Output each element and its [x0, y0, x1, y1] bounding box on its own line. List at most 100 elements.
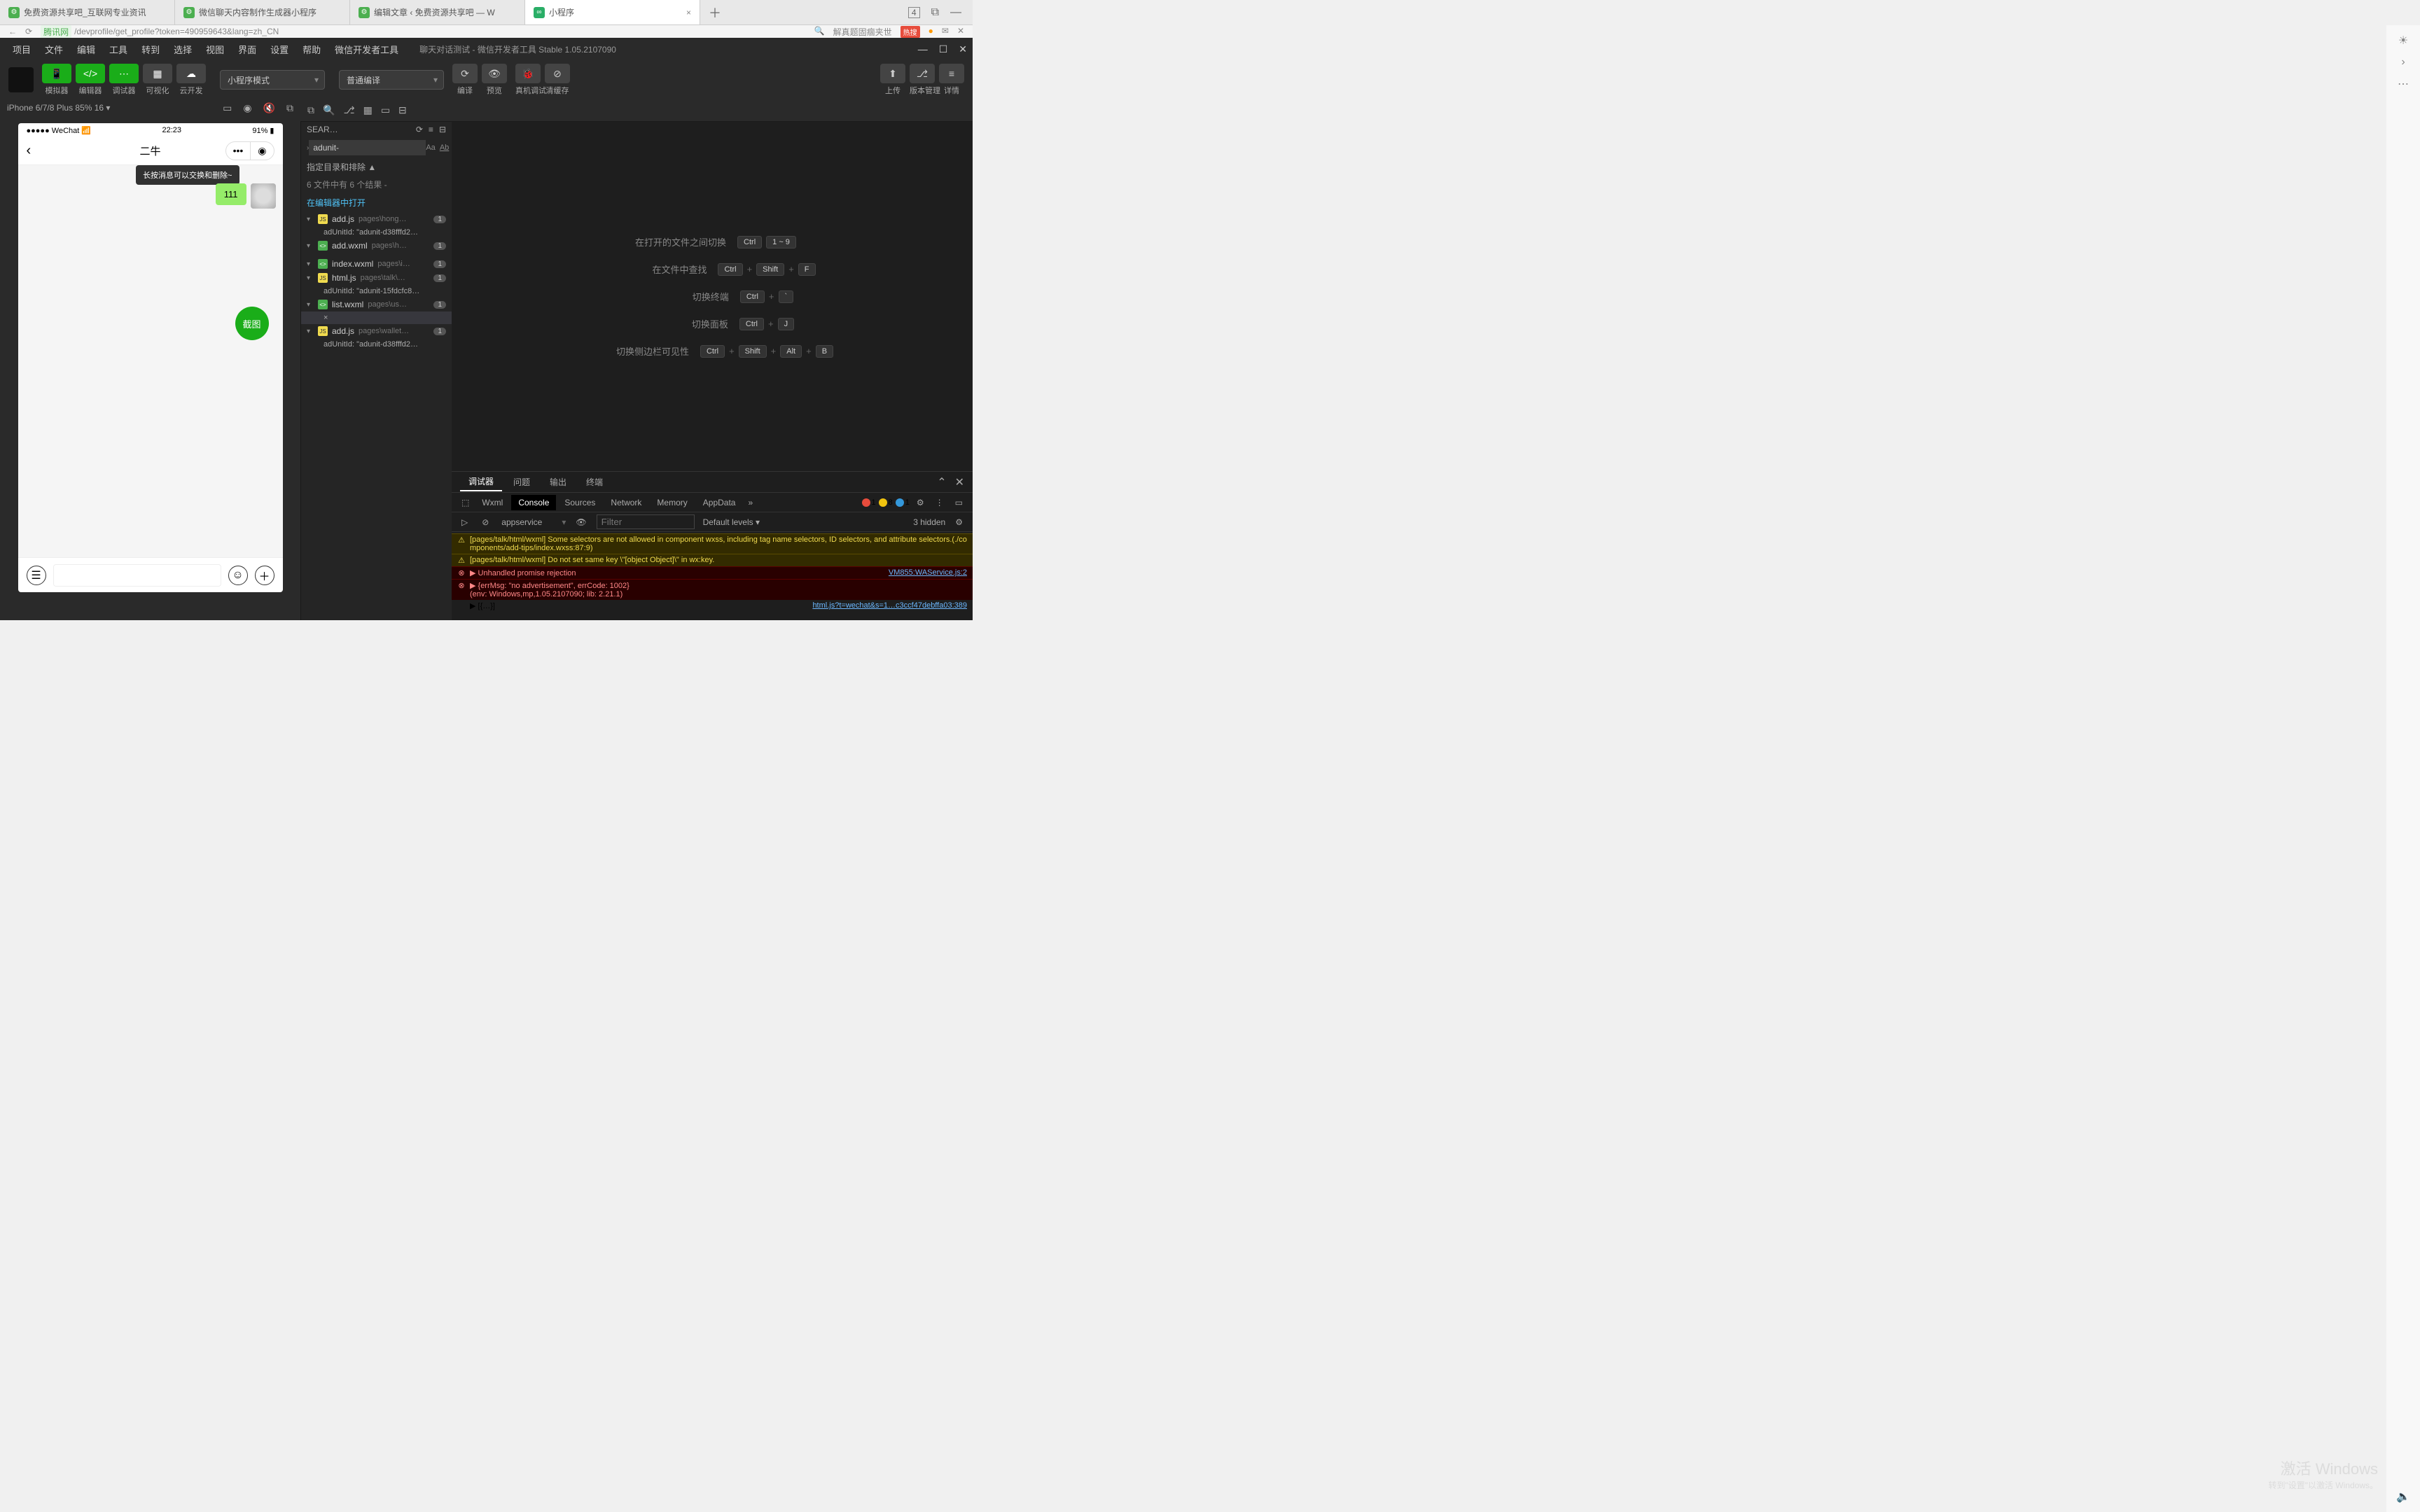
console-line-error[interactable]: ⊗ ▶ Unhandled promise rejection VM855:WA… — [452, 566, 973, 579]
extensions-icon[interactable]: ▦ — [363, 104, 373, 116]
result-file[interactable]: ▾ <> list.wxml pages\us… 1 — [301, 298, 452, 312]
close-icon[interactable]: ✕ — [959, 43, 967, 55]
minimize-icon[interactable]: — — [918, 43, 928, 55]
more-icon[interactable]: ⋯ — [2398, 77, 2409, 91]
console-line-warn[interactable]: ⚠ [pages/talk/html/wxml] Some selectors … — [452, 533, 973, 554]
search-placeholder[interactable]: 解真题固痼夹世 — [833, 26, 892, 38]
browser-tab-2[interactable]: ⚙ 编辑文章 ‹ 免费资源共享吧 — W — [350, 0, 525, 24]
tab-network[interactable]: Network — [604, 495, 648, 510]
cloud-button[interactable]: ☁ — [176, 64, 206, 83]
console-line-warn[interactable]: ⚠ [pages/talk/html/wxml] Do not set same… — [452, 554, 973, 566]
menu-file[interactable]: 文件 — [38, 43, 70, 56]
console-line-info[interactable]: ▶ [{…}] html.js?t=wechat&s=1…c3ccf47debf… — [452, 600, 973, 612]
eye-icon[interactable]: 👁 — [571, 517, 590, 527]
result-match[interactable]: adUnitId: "adunit-15fdcfc8… — [301, 285, 452, 298]
clear-icon[interactable]: ≡ — [429, 125, 433, 134]
chevron-up-icon[interactable]: ⌃ — [937, 475, 946, 489]
console-log[interactable]: ⚠ [pages/talk/html/wxml] Some selectors … — [452, 532, 973, 620]
plus-icon[interactable]: ＋ — [255, 566, 274, 585]
panel-icon[interactable]: ▭ — [381, 104, 390, 116]
close-icon[interactable]: ◉ — [250, 142, 273, 160]
collapse-icon[interactable]: ⊟ — [439, 125, 446, 134]
minimize-icon[interactable]: — — [950, 6, 961, 19]
tab-wxml[interactable]: Wxml — [475, 495, 510, 510]
menu-select[interactable]: 选择 — [167, 43, 199, 56]
result-file[interactable]: ▾ <> index.wxml pages\i… 1 — [301, 257, 452, 271]
menu-tools[interactable]: 工具 — [102, 43, 134, 56]
popout-icon[interactable]: ⧉ — [286, 102, 293, 114]
chat-message[interactable]: 111 — [216, 171, 276, 209]
menu-view[interactable]: 视图 — [199, 43, 231, 56]
tab-problems[interactable]: 问题 — [505, 473, 538, 491]
inspect-icon[interactable]: ⬚ — [457, 498, 473, 507]
browser-tab-0[interactable]: ⚙ 免费资源共享吧_互联网专业资讯 — [0, 0, 175, 24]
chevron-icon[interactable]: › — [2401, 56, 2405, 69]
branch-icon[interactable]: ⎇ — [343, 104, 354, 116]
chevron-down-icon[interactable]: ▾ — [307, 260, 314, 268]
browser-tab-3[interactable]: ∞ 小程序 × — [525, 0, 700, 24]
result-match[interactable]: adUnitId: "adunit-d38fffd2… — [301, 226, 452, 239]
tab-sources[interactable]: Sources — [557, 495, 602, 510]
version-button[interactable]: ⎇ — [910, 64, 935, 83]
tab-debugger[interactable]: 调试器 — [460, 472, 502, 491]
tab-console[interactable]: Console — [511, 495, 556, 510]
search-icon[interactable]: 🔍 — [814, 26, 825, 38]
menu-project[interactable]: 项目 — [6, 43, 38, 56]
play-icon[interactable]: ▷ — [457, 517, 472, 527]
menu-icon[interactable]: ••• — [226, 142, 251, 160]
case-icon[interactable]: Aa — [426, 144, 435, 152]
result-file[interactable]: ▾ JS add.js pages\wallet… 1 — [301, 324, 452, 338]
preview-button[interactable]: 👁 — [482, 64, 507, 83]
responsive-icon[interactable]: ▭ — [223, 102, 232, 114]
refresh-icon[interactable]: ⟳ — [25, 27, 32, 36]
tab-memory[interactable]: Memory — [650, 495, 694, 510]
scope-row[interactable]: 指定目录和排除 ▲ — [301, 158, 452, 176]
context-dropdown[interactable]: appservice — [499, 516, 556, 528]
mute-icon[interactable]: 🔇 — [263, 102, 275, 114]
gear-icon[interactable]: ⚙ — [912, 498, 929, 507]
menu-goto[interactable]: 转到 — [134, 43, 167, 56]
result-match[interactable]: × — [301, 312, 452, 324]
back-icon[interactable]: ← — [8, 27, 17, 36]
chevron-down-icon[interactable]: ▾ — [307, 328, 314, 335]
refresh-icon[interactable]: ⟳ — [416, 125, 423, 134]
result-file[interactable]: ▾ <> add.wxml pages\h… 1 — [301, 239, 452, 253]
menu-edit[interactable]: 编辑 — [70, 43, 102, 56]
debugger-button[interactable]: ⋯ — [109, 64, 139, 83]
voice-icon[interactable]: ☰ — [27, 566, 46, 585]
clear-cache-button[interactable]: ⊘ — [545, 64, 570, 83]
chevron-down-icon[interactable]: ▾ — [307, 242, 314, 250]
compile-button[interactable]: ⟳ — [452, 64, 478, 83]
dock-icon[interactable]: ▭ — [951, 498, 967, 507]
search-input[interactable] — [309, 140, 426, 155]
browser-tab-1[interactable]: ⚙ 微信聊天内容制作生成器小程序 — [175, 0, 350, 24]
back-icon[interactable]: ‹ — [27, 143, 32, 159]
detail-button[interactable]: ≡ — [939, 64, 964, 83]
url-text[interactable]: /devprofile/get_profile?token=490959643&… — [74, 27, 279, 36]
search-icon[interactable]: 🔍 — [323, 104, 335, 116]
sun-icon[interactable]: ☀ — [2398, 34, 2408, 48]
levels-dropdown[interactable]: Default levels ▾ — [700, 516, 774, 528]
chat-body[interactable]: 长按消息可以交换和删除~ 111 截图 — [18, 165, 283, 557]
ext-icon[interactable]: ● — [929, 26, 933, 38]
tab-output[interactable]: 输出 — [541, 473, 575, 491]
chevron-down-icon[interactable]: ▾ — [307, 216, 314, 223]
hot-badge[interactable]: 热搜 — [900, 26, 920, 38]
menu-settings[interactable]: 设置 — [263, 43, 295, 56]
result-match[interactable]: adUnitId: "adunit-d38fffd2… — [301, 338, 452, 351]
result-file[interactable]: ▾ JS add.js pages\hong… 1 — [301, 212, 452, 226]
tab-count[interactable]: 4 — [908, 7, 920, 18]
compile-mode-dropdown[interactable]: 普通编译 — [339, 70, 444, 90]
message-input[interactable] — [53, 564, 221, 587]
clear-console-icon[interactable]: ⊘ — [478, 517, 493, 527]
source-link[interactable]: html.js?t=wechat&s=1…c3ccf47debffa03:389 — [812, 601, 967, 610]
app-mode-dropdown[interactable]: 小程序模式 — [220, 70, 325, 90]
simulator-button[interactable]: 📱 — [42, 64, 71, 83]
visual-button[interactable]: ▦ — [143, 64, 172, 83]
project-avatar[interactable] — [8, 67, 34, 92]
console-line-error[interactable]: ⊗ ▶ {errMsg: "no advertisement", errCode… — [452, 579, 973, 600]
open-in-editor-link[interactable]: 在编辑器中打开 — [307, 197, 366, 209]
emoji-icon[interactable]: ☺ — [228, 566, 248, 585]
editor-button[interactable]: </> — [76, 64, 105, 83]
record-icon[interactable]: ◉ — [243, 102, 251, 114]
